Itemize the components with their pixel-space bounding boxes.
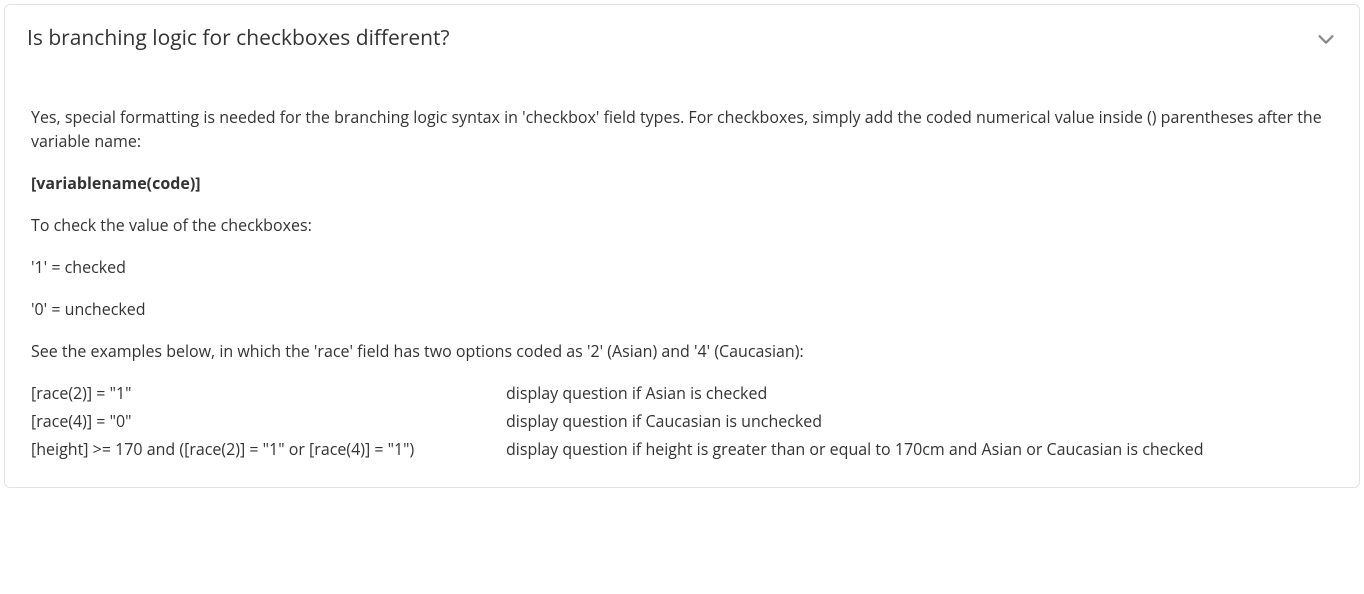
example-desc: display question if Caucasian is uncheck…	[506, 409, 1333, 433]
faq-body: Yes, special formatting is needed for th…	[5, 65, 1359, 487]
faq-card: Is branching logic for checkboxes differ…	[4, 4, 1360, 488]
faq-header[interactable]: Is branching logic for checkboxes differ…	[5, 5, 1359, 65]
unchecked-value: '0' = unchecked	[31, 297, 1333, 321]
example-code: [race(4)] = "0"	[31, 409, 506, 433]
example-code: [height] >= 170 and ([race(2)] = "1" or …	[31, 437, 506, 461]
example-desc: display question if Asian is checked	[506, 381, 1333, 405]
chevron-down-icon	[1315, 28, 1337, 50]
intro-text: Yes, special formatting is needed for th…	[31, 105, 1333, 153]
check-intro: To check the value of the checkboxes:	[31, 213, 1333, 237]
examples-grid: [race(2)] = "1" display question if Asia…	[31, 381, 1333, 461]
example-code: [race(2)] = "1"	[31, 381, 506, 405]
examples-intro: See the examples below, in which the 'ra…	[31, 339, 1333, 363]
faq-title: Is branching logic for checkboxes differ…	[27, 23, 450, 55]
example-desc: display question if height is greater th…	[506, 437, 1333, 461]
checked-value: '1' = checked	[31, 255, 1333, 279]
syntax-pattern: [variablename(code)]	[31, 171, 1333, 195]
